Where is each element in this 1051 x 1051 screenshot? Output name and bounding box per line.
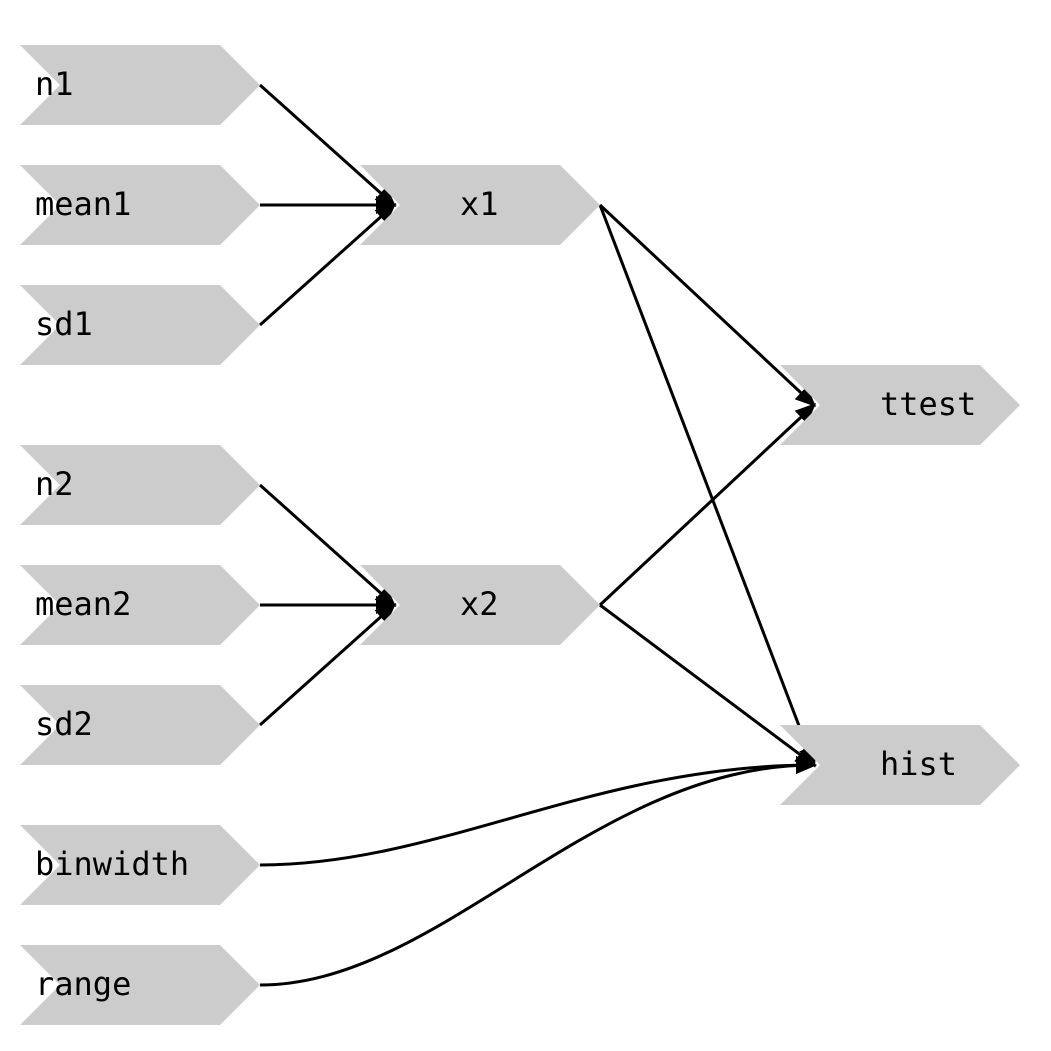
edge-n1-to-x1 (260, 85, 394, 205)
edge-range-to-hist (260, 765, 814, 985)
node-label-mean2: mean2 (35, 585, 131, 623)
node-n2: n2 (20, 445, 260, 525)
node-label-n2: n2 (35, 465, 74, 503)
node-n1: n1 (20, 45, 260, 125)
node-hist: hist (780, 725, 1020, 805)
edge-x2-to-ttest (600, 405, 814, 605)
node-x2: x2 (360, 565, 600, 645)
node-x1: x1 (360, 165, 600, 245)
node-binwidth: binwidth (20, 825, 260, 905)
edge-binwidth-to-hist (260, 765, 814, 865)
edge-x1-to-hist (600, 205, 814, 765)
node-label-hist: hist (880, 745, 957, 783)
node-label-range: range (35, 965, 131, 1003)
node-label-mean1: mean1 (35, 185, 131, 223)
edge-sd1-to-x1 (260, 205, 394, 325)
node-sd1: sd1 (20, 285, 260, 365)
edge-sd2-to-x2 (260, 605, 394, 725)
node-label-x2: x2 (460, 585, 499, 623)
edge-x1-to-ttest (600, 205, 814, 405)
node-label-n1: n1 (35, 65, 74, 103)
edge-n2-to-x2 (260, 485, 394, 605)
node-mean1: mean1 (20, 165, 260, 245)
node-label-sd1: sd1 (35, 305, 93, 343)
node-mean2: mean2 (20, 565, 260, 645)
node-label-sd2: sd2 (35, 705, 93, 743)
node-sd2: sd2 (20, 685, 260, 765)
node-label-x1: x1 (460, 185, 499, 223)
node-ttest: ttest (780, 365, 1020, 445)
node-label-binwidth: binwidth (35, 845, 189, 883)
node-label-ttest: ttest (880, 385, 976, 423)
dependency-graph: n1 mean1 sd1 n2 mean2 sd2 binwidth range x1 x2 tte… (0, 0, 1051, 1051)
node-range: range (20, 945, 260, 1025)
